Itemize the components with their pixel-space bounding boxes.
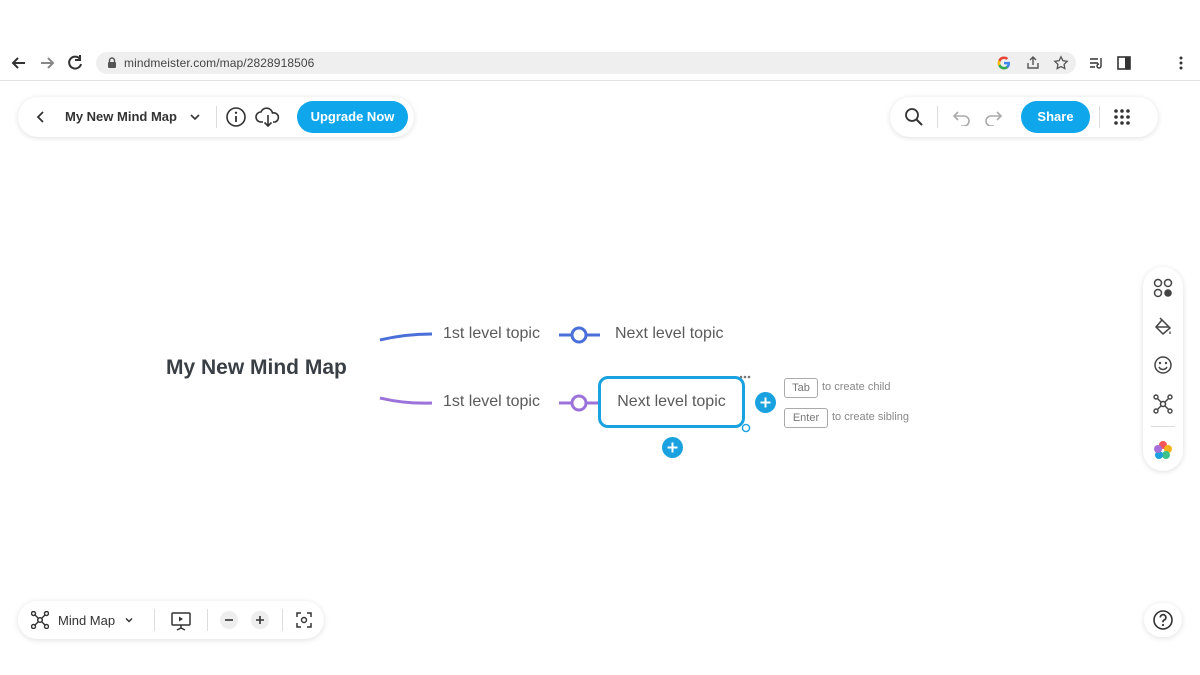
- toolbar-divider: [937, 106, 938, 128]
- back-arrow-icon[interactable]: [9, 53, 29, 73]
- zoom-in-icon[interactable]: [250, 610, 270, 630]
- first-level-topic[interactable]: 1st level topic: [443, 393, 540, 411]
- redo-icon[interactable]: [983, 108, 1003, 126]
- more-vertical-icon[interactable]: [1173, 55, 1189, 71]
- undo-icon[interactable]: [952, 108, 972, 126]
- themes-icon[interactable]: [1153, 278, 1173, 298]
- toolbar-divider: [216, 106, 217, 128]
- plus-icon: [667, 442, 678, 453]
- upgrade-now-button[interactable]: Upgrade Now: [297, 101, 408, 133]
- info-icon[interactable]: [225, 106, 247, 128]
- layout-icon[interactable]: [1153, 394, 1173, 414]
- share-button[interactable]: Share: [1021, 101, 1090, 133]
- fit-to-screen-icon[interactable]: [296, 612, 312, 628]
- help-question-icon: [1153, 610, 1173, 630]
- side-panel-icon[interactable]: [1116, 55, 1132, 71]
- add-sibling-button[interactable]: [662, 437, 683, 458]
- reading-list-icon[interactable]: [1088, 55, 1104, 71]
- branch-connector-1: [379, 332, 433, 342]
- paint-bucket-icon[interactable]: [1153, 317, 1173, 337]
- presentation-icon[interactable]: [170, 610, 192, 632]
- actions-toolbar: Share: [890, 97, 1158, 137]
- root-topic[interactable]: My New Mind Map: [166, 356, 347, 380]
- chevron-down-icon[interactable]: [124, 615, 134, 625]
- mind-map-view-icon[interactable]: [31, 611, 49, 629]
- lock-icon[interactable]: [104, 55, 120, 71]
- toolbar-divider: [207, 609, 208, 631]
- resize-handle-icon[interactable]: [741, 423, 751, 433]
- toolbar-divider: [282, 609, 283, 631]
- toolbar-divider: [154, 609, 155, 631]
- emoji-icon[interactable]: [1153, 355, 1173, 375]
- view-mode-label[interactable]: Mind Map: [58, 613, 115, 628]
- google-icon[interactable]: [996, 55, 1012, 71]
- zoom-out-icon[interactable]: [219, 610, 239, 630]
- bookmark-star-icon[interactable]: [1053, 55, 1069, 71]
- topic-menu-dots-icon[interactable]: [738, 373, 752, 381]
- share-page-icon[interactable]: [1025, 55, 1041, 71]
- search-icon[interactable]: [904, 107, 924, 127]
- next-level-topic[interactable]: Next level topic: [615, 325, 724, 343]
- enter-key-hint: Enter: [784, 408, 828, 428]
- enter-hint-text: to create sibling: [832, 411, 910, 423]
- tab-key-hint: Tab: [784, 378, 818, 398]
- collapse-node-1: [570, 326, 588, 344]
- chevron-down-icon[interactable]: [189, 111, 201, 123]
- url-text[interactable]: mindmeister.com/map/2828918506: [124, 56, 314, 70]
- right-sidebar: [1143, 267, 1183, 471]
- cloud-download-icon[interactable]: [255, 106, 281, 128]
- plus-icon: [760, 397, 771, 408]
- collapse-node-2: [570, 394, 588, 412]
- address-bar[interactable]: mindmeister.com/map/2828918506: [96, 52, 1076, 74]
- selected-topic-text[interactable]: Next level topic: [601, 393, 742, 411]
- browser-toolbar: mindmeister.com/map/2828918506: [0, 46, 1200, 81]
- first-level-topic[interactable]: 1st level topic: [443, 325, 540, 343]
- sidebar-divider: [1151, 426, 1175, 427]
- toolbar-divider: [1099, 106, 1100, 128]
- map-title[interactable]: My New Mind Map: [65, 109, 177, 124]
- colors-palette-icon[interactable]: [1153, 440, 1173, 460]
- apps-grid-icon[interactable]: [1113, 108, 1131, 126]
- chevron-left-icon[interactable]: [34, 109, 48, 125]
- selected-topic[interactable]: Next level topic: [598, 376, 745, 428]
- reload-icon[interactable]: [65, 53, 85, 73]
- forward-arrow-icon[interactable]: [37, 53, 57, 73]
- branch-connector-2: [379, 396, 433, 405]
- add-child-button[interactable]: [755, 392, 776, 413]
- tab-hint-text: to create child: [822, 381, 891, 393]
- map-toolbar: My New Mind Map Upgrade Now: [18, 97, 414, 137]
- help-button[interactable]: [1144, 603, 1182, 637]
- view-toolbar: Mind Map: [18, 601, 324, 639]
